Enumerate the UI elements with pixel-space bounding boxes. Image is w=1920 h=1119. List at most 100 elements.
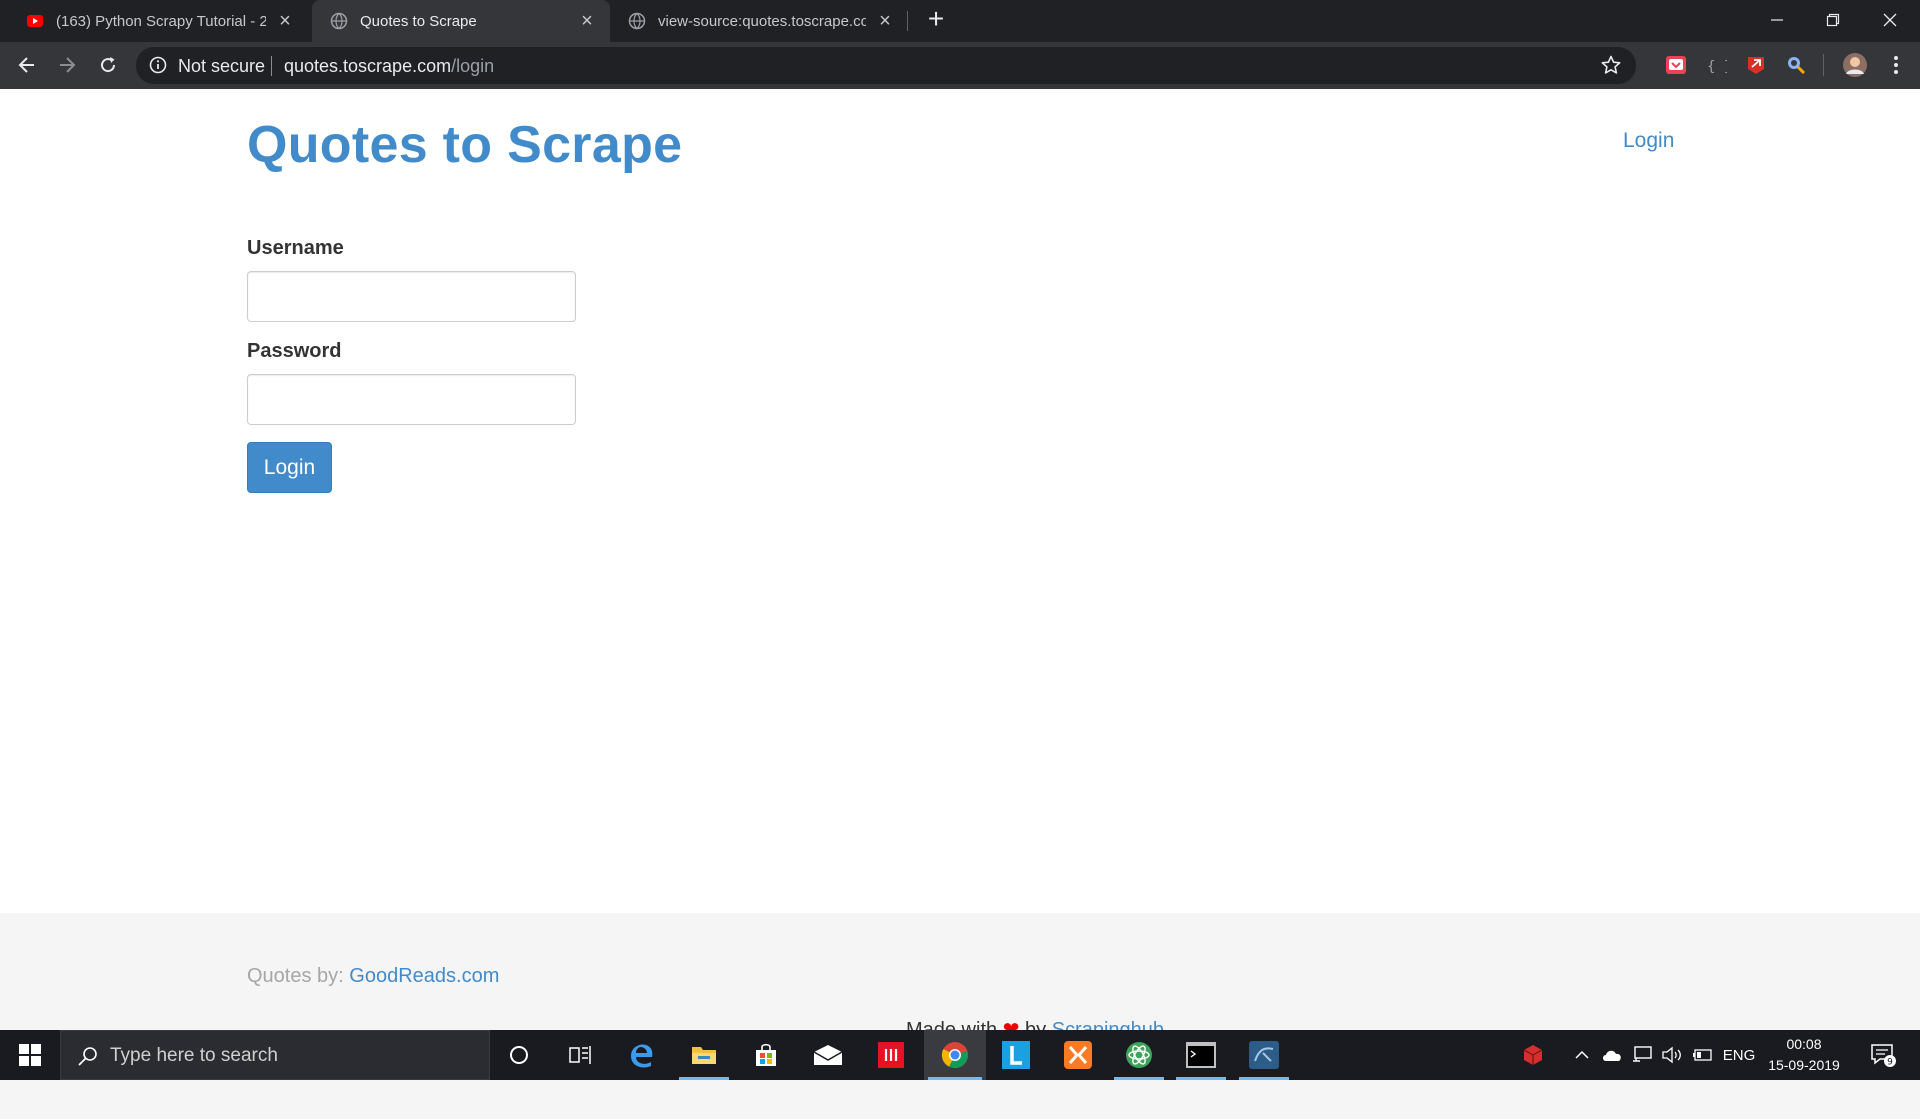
tab-divider bbox=[907, 11, 908, 31]
l-app-icon bbox=[1002, 1041, 1030, 1069]
notification-icon: 9 bbox=[1871, 1044, 1896, 1068]
taskbar-mail[interactable] bbox=[799, 1030, 857, 1080]
menu-icon[interactable] bbox=[1885, 54, 1907, 76]
red-app-icon bbox=[878, 1042, 904, 1068]
battery-button[interactable] bbox=[1687, 1030, 1717, 1080]
forward-button[interactable] bbox=[51, 49, 83, 81]
xampp-icon bbox=[1064, 1041, 1092, 1069]
taskbar-edge[interactable] bbox=[613, 1030, 671, 1080]
edge-icon bbox=[631, 1044, 653, 1068]
footer-credits: Quotes by: GoodReads.com bbox=[247, 965, 499, 988]
show-hidden-icons-button[interactable] bbox=[1567, 1030, 1597, 1080]
taskbar-file-explorer[interactable] bbox=[675, 1030, 733, 1080]
terminal-icon bbox=[1186, 1042, 1216, 1068]
header-login-link[interactable]: Login bbox=[1623, 129, 1674, 153]
chevron-up-icon bbox=[1575, 1050, 1589, 1059]
restore-icon bbox=[1826, 13, 1840, 27]
windows-taskbar: Type here to search ENG 00:08 15-09-2019… bbox=[0, 1030, 1920, 1080]
network-button[interactable] bbox=[1627, 1030, 1657, 1080]
task-view-button[interactable] bbox=[551, 1030, 609, 1080]
cube-icon bbox=[1523, 1045, 1543, 1065]
search-placeholder: Type here to search bbox=[110, 1045, 278, 1066]
address-bar[interactable]: Not secure quotes.toscrape.com/login bbox=[136, 47, 1636, 84]
tray-red-app[interactable] bbox=[1515, 1030, 1551, 1080]
info-icon[interactable] bbox=[148, 55, 168, 75]
taskbar-red-app[interactable] bbox=[862, 1030, 920, 1080]
password-input[interactable] bbox=[247, 374, 576, 425]
taskbar-store[interactable] bbox=[737, 1030, 795, 1080]
taskbar-clock[interactable]: 00:08 15-09-2019 bbox=[1762, 1034, 1846, 1076]
close-icon bbox=[1883, 13, 1897, 27]
taskbar-l-app[interactable] bbox=[987, 1030, 1045, 1080]
taskbar-chrome[interactable] bbox=[924, 1030, 986, 1080]
url-host: quotes.toscrape.com bbox=[284, 56, 452, 76]
tab-title: Quotes to Scrape bbox=[360, 12, 477, 30]
cloud-icon bbox=[1603, 1050, 1621, 1061]
onedrive-button[interactable] bbox=[1597, 1030, 1627, 1080]
tab-title: view-source:quotes.toscrape.com bbox=[658, 12, 866, 30]
footer: Quotes by: GoodReads.com Made with ❤ by … bbox=[0, 913, 1920, 1119]
chrome-icon bbox=[941, 1042, 968, 1069]
selector-extension-icon[interactable] bbox=[1785, 54, 1807, 76]
login-button[interactable]: Login bbox=[247, 442, 332, 493]
goodreads-link[interactable]: GoodReads.com bbox=[349, 965, 499, 987]
restore-button[interactable] bbox=[1805, 0, 1861, 40]
search-icon bbox=[78, 1047, 97, 1066]
volume-button[interactable] bbox=[1657, 1030, 1687, 1080]
bookmark-star-icon[interactable] bbox=[1600, 54, 1622, 76]
task-view-icon bbox=[569, 1046, 591, 1064]
arrow-right-icon bbox=[60, 57, 76, 73]
cortana-icon bbox=[510, 1046, 528, 1064]
start-button[interactable] bbox=[0, 1030, 60, 1080]
taskbar-mysql-workbench[interactable] bbox=[1235, 1030, 1293, 1080]
taskbar-search-box[interactable]: Type here to search bbox=[60, 1030, 490, 1080]
back-button[interactable] bbox=[11, 49, 43, 81]
battery-icon bbox=[1693, 1049, 1712, 1061]
reload-button[interactable] bbox=[92, 49, 124, 81]
taskbar-terminal[interactable] bbox=[1172, 1030, 1230, 1080]
tab-view-source[interactable]: view-source:quotes.toscrape.com × bbox=[610, 0, 908, 42]
close-tab-icon[interactable]: × bbox=[576, 10, 598, 32]
action-center-button[interactable]: 9 bbox=[1864, 1030, 1904, 1080]
browser-tab-strip: (163) Python Scrapy Tutorial - 22 × Quot… bbox=[0, 0, 1920, 42]
pocket-extension-icon[interactable] bbox=[1665, 54, 1687, 76]
atom-icon bbox=[1126, 1042, 1152, 1068]
speaker-icon bbox=[1662, 1046, 1681, 1064]
url-text[interactable]: quotes.toscrape.com/login bbox=[284, 56, 494, 77]
browser-toolbar: Not secure quotes.toscrape.com/login { } bbox=[0, 42, 1920, 89]
profile-avatar[interactable] bbox=[1842, 52, 1868, 78]
close-tab-icon[interactable]: × bbox=[874, 10, 896, 32]
json-viewer-extension-icon[interactable]: { } bbox=[1705, 54, 1727, 76]
password-label: Password bbox=[247, 340, 342, 362]
close-window-button[interactable] bbox=[1862, 0, 1918, 40]
tab-quotes-to-scrape[interactable]: Quotes to Scrape × bbox=[312, 0, 610, 42]
site-title-link[interactable]: Quotes to Scrape bbox=[247, 115, 682, 175]
close-tab-icon[interactable]: × bbox=[274, 10, 296, 32]
username-label: Username bbox=[247, 237, 344, 259]
input-language-indicator[interactable]: ENG bbox=[1720, 1030, 1758, 1080]
security-status[interactable]: Not secure bbox=[178, 56, 265, 77]
globe-icon bbox=[628, 12, 646, 30]
tab-youtube[interactable]: (163) Python Scrapy Tutorial - 22 × bbox=[8, 0, 308, 42]
clock-time: 00:08 bbox=[1786, 1036, 1822, 1052]
youtube-icon bbox=[27, 15, 43, 27]
username-input[interactable] bbox=[247, 271, 576, 322]
mail-icon bbox=[813, 1045, 843, 1065]
store-icon bbox=[756, 1043, 776, 1066]
omnibox-divider bbox=[271, 56, 272, 76]
taskbar-xampp[interactable] bbox=[1049, 1030, 1107, 1080]
red-extension-icon[interactable] bbox=[1745, 54, 1767, 76]
notification-count: 9 bbox=[1887, 1058, 1893, 1068]
new-tab-button[interactable]: + bbox=[922, 5, 950, 34]
taskbar-atom[interactable] bbox=[1110, 1030, 1168, 1080]
minimize-icon bbox=[1771, 19, 1783, 21]
folder-icon bbox=[692, 1047, 716, 1064]
minimize-button[interactable] bbox=[1749, 0, 1805, 40]
globe-icon bbox=[330, 12, 348, 30]
clock-date: 15-09-2019 bbox=[1768, 1057, 1840, 1073]
toolbar-divider bbox=[1823, 54, 1824, 76]
network-icon bbox=[1633, 1046, 1652, 1062]
quotes-by-text: Quotes by: bbox=[247, 965, 344, 987]
windows-logo-icon bbox=[19, 1044, 41, 1066]
cortana-button[interactable] bbox=[490, 1030, 548, 1080]
